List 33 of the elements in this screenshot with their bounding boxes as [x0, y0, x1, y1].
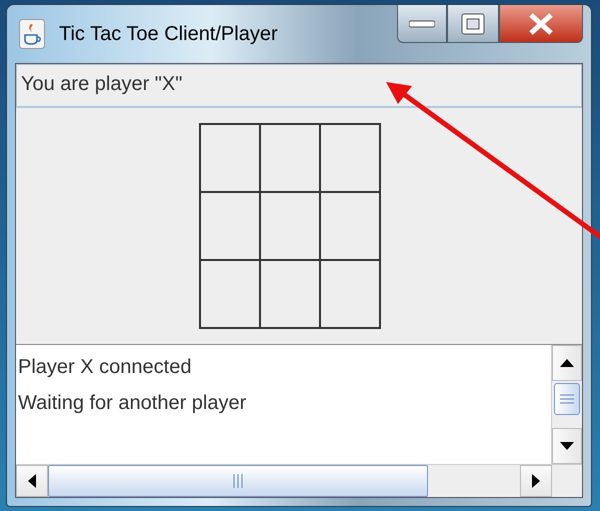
down-arrow-icon: [560, 441, 574, 451]
board-square[interactable]: [260, 192, 320, 260]
board-square[interactable]: [320, 260, 380, 328]
scroll-left-button[interactable]: [16, 465, 48, 497]
left-arrow-icon: [27, 474, 37, 488]
close-button[interactable]: [499, 5, 583, 43]
board-square[interactable]: [200, 124, 260, 192]
maximize-icon: [461, 12, 485, 34]
horizontal-scrollbar[interactable]: [16, 464, 582, 497]
right-arrow-icon: [531, 474, 541, 488]
board-square[interactable]: [320, 192, 380, 260]
scroll-right-button[interactable]: [520, 465, 552, 497]
log-line: Player X connected: [18, 355, 192, 380]
board-square[interactable]: [320, 124, 380, 192]
minimize-icon: [409, 20, 435, 28]
log-line: Waiting for another player: [18, 391, 248, 416]
scroll-thumb[interactable]: [554, 383, 580, 415]
window-title: Tic Tac Toe Client/Player: [59, 22, 278, 46]
board-square[interactable]: [200, 192, 260, 260]
scroll-down-button[interactable]: [552, 428, 582, 464]
scroll-up-button[interactable]: [552, 345, 582, 381]
board-square[interactable]: [260, 124, 320, 192]
coffee-cup-icon: [19, 19, 45, 49]
maximize-button[interactable]: [447, 5, 499, 43]
board-square[interactable]: [260, 260, 320, 328]
vertical-scrollbar[interactable]: [551, 345, 582, 464]
grip-icon: [560, 394, 574, 404]
close-icon: [528, 12, 554, 34]
scroll-thumb[interactable]: [48, 465, 428, 497]
minimize-button[interactable]: [397, 5, 447, 43]
board-square[interactable]: [200, 260, 260, 328]
up-arrow-icon: [560, 358, 574, 368]
grip-icon: [233, 474, 243, 488]
